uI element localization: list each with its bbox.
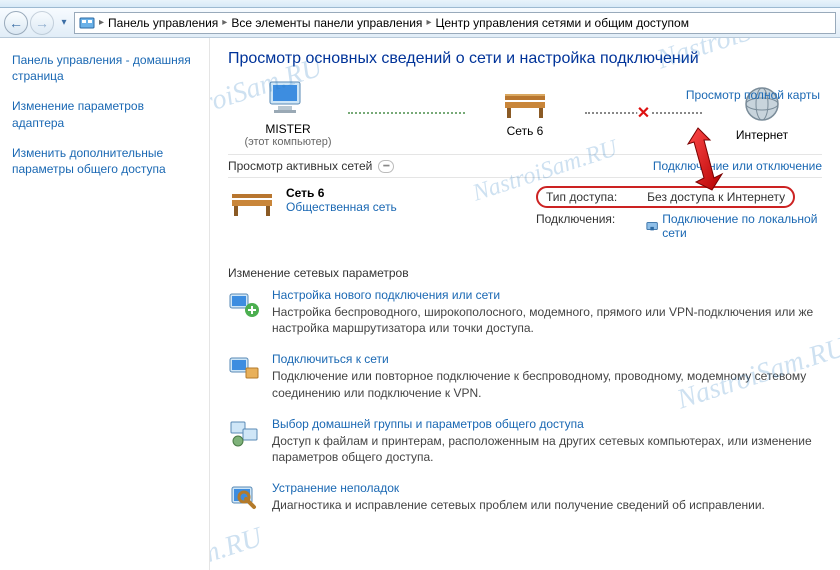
sidebar-adapter-link[interactable]: Изменение параметров адаптера: [12, 98, 197, 130]
connect-disconnect-link[interactable]: Подключение или отключение: [653, 159, 822, 173]
chevron-right-icon: ▸: [99, 17, 104, 28]
connections-label: Подключения:: [536, 212, 646, 240]
task-title: Подключиться к сети: [272, 352, 822, 366]
computer-icon: [264, 78, 312, 118]
homegroup-icon: [228, 417, 260, 449]
sidebar-sharing-link[interactable]: Изменить дополнительные параметры общего…: [12, 145, 197, 177]
task-homegroup[interactable]: Выбор домашней группы и параметров общег…: [228, 417, 822, 465]
breadcrumb-item[interactable]: Все элементы панели управления: [231, 16, 422, 30]
map-node-pc[interactable]: MISTER (этот компьютер): [228, 78, 348, 148]
task-title: Устранение неполадок: [272, 481, 765, 495]
chevron-right-icon: ▸: [426, 17, 431, 28]
sidebar-home-link[interactable]: Панель управления - домашняя страница: [12, 52, 197, 84]
sidebar: Панель управления - домашняя страница Из…: [0, 38, 210, 570]
network-adapter-icon: [646, 219, 658, 233]
forward-button[interactable]: →: [30, 11, 54, 35]
active-network-row: Сеть 6 Общественная сеть Тип доступа: Бе…: [228, 178, 822, 248]
task-connect-network[interactable]: Подключиться к сети Подключение или повт…: [228, 352, 822, 400]
window-titlebar: [0, 0, 840, 8]
control-panel-icon: [79, 15, 95, 31]
map-pc-label: MISTER: [265, 122, 310, 136]
task-desc: Доступ к файлам и принтерам, расположенн…: [272, 433, 822, 465]
watermark: NastroiSam.RU: [210, 522, 266, 570]
chevron-down-icon: ▾: [61, 17, 66, 28]
arrow-right-icon: →: [35, 15, 49, 31]
collapse-icon[interactable]: ━: [378, 160, 394, 173]
highlight-annotation: Тип доступа: Без доступа к Интернету: [536, 186, 795, 208]
disconnected-x-icon: ✕: [637, 103, 650, 123]
task-desc: Диагностика и исправление сетевых пробле…: [272, 497, 765, 513]
access-type-label: Тип доступа:: [546, 190, 617, 204]
map-pc-sublabel: (этот компьютер): [244, 136, 331, 148]
map-connection-ok: [348, 112, 465, 114]
content-panel: NastroiSam.RU NastroiSam.RU NastroiSam.R…: [210, 38, 840, 570]
map-internet-label: Интернет: [736, 128, 788, 142]
page-title: Просмотр основных сведений о сети и наст…: [228, 50, 822, 68]
address-toolbar: ← → ▾ ▸ Панель управления ▸ Все элементы п…: [0, 8, 840, 38]
task-title: Настройка нового подключения или сети: [272, 288, 822, 302]
full-map-link[interactable]: Просмотр полной карты: [686, 88, 820, 102]
task-desc: Подключение или повторное подключение к …: [272, 368, 822, 400]
map-network-label: Сеть 6: [507, 124, 544, 138]
network-name: Сеть 6: [286, 186, 486, 200]
task-new-connection[interactable]: Настройка нового подключения или сети На…: [228, 288, 822, 336]
back-button[interactable]: ←: [4, 11, 28, 35]
troubleshoot-icon: [228, 481, 260, 513]
new-connection-icon: [228, 288, 260, 320]
task-desc: Настройка беспроводного, широкополосного…: [272, 304, 822, 336]
network-type-link[interactable]: Общественная сеть: [286, 200, 397, 214]
breadcrumb-item[interactable]: Центр управления сетями и общим доступом: [435, 16, 689, 30]
bench-icon: [501, 88, 549, 120]
breadcrumb-item[interactable]: Панель управления: [108, 16, 218, 30]
chevron-right-icon: ▸: [222, 17, 227, 28]
map-connection-broken: ✕: [585, 112, 702, 114]
task-title: Выбор домашней группы и параметров общег…: [272, 417, 822, 431]
lan-connection-link[interactable]: Подключение по локальной сети: [646, 212, 822, 240]
bench-icon: [228, 186, 276, 218]
breadcrumb-bar[interactable]: ▸ Панель управления ▸ Все элементы панели …: [74, 12, 836, 34]
active-networks-heading: Просмотр активных сетей ━: [228, 159, 653, 173]
connect-network-icon: [228, 352, 260, 384]
nav-history-dropdown[interactable]: ▾: [56, 11, 72, 35]
task-troubleshoot[interactable]: Устранение неполадок Диагностика и испра…: [228, 481, 822, 513]
map-node-network[interactable]: Сеть 6: [465, 88, 585, 138]
network-settings-heading: Изменение сетевых параметров: [228, 266, 822, 280]
access-type-value: Без доступа к Интернету: [647, 190, 785, 204]
arrow-left-icon: ←: [9, 15, 23, 31]
